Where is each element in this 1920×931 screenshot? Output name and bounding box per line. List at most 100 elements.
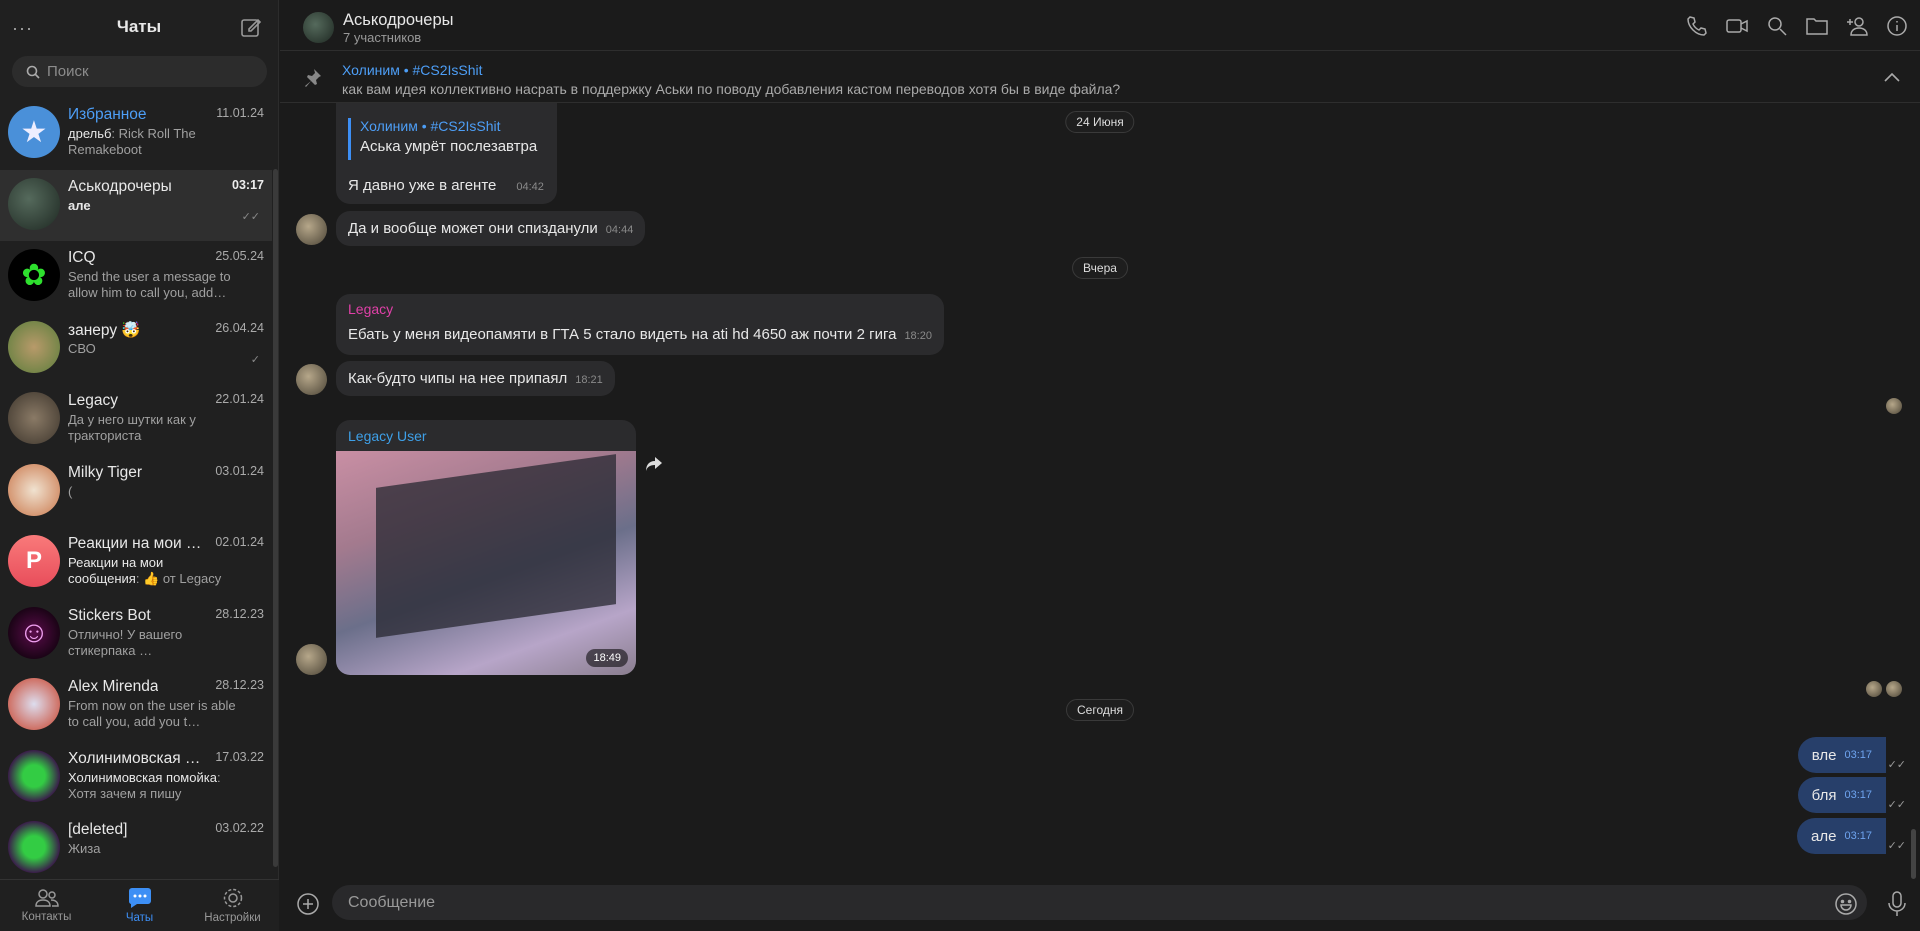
chat-name: Холинимовская п… <box>68 749 208 767</box>
sidebar-scrollbar[interactable] <box>273 169 278 867</box>
avatar[interactable] <box>296 644 327 675</box>
avatar <box>8 177 60 230</box>
message-time: 03:17 <box>1844 830 1872 842</box>
icq-avatar: ✿ <box>8 249 60 301</box>
message-time: 18:20 <box>904 330 932 342</box>
message-bubble[interactable]: Да и вообще может они спизданули 04:44 <box>336 211 646 246</box>
own-message[interactable]: бля 03:17 <box>1797 777 1886 813</box>
message-bubble[interactable]: Холиним • #CS2IsShit Аська умрёт послеза… <box>336 103 557 204</box>
message-time: 18:49 <box>586 649 628 667</box>
search-icon[interactable] <box>1766 15 1788 37</box>
chat-preview: СВО <box>68 340 96 356</box>
message-text: Да и вообще может они спизданули <box>348 220 598 237</box>
message-text: Ебать у меня видеопамяти в ГТА 5 стало в… <box>348 326 897 343</box>
avatar <box>8 678 60 730</box>
chat-date: 02.01.24 <box>215 535 264 549</box>
chat-item[interactable]: занеру 🤯 26.04.24 СВО ✓ <box>0 313 272 385</box>
attach-plus-icon[interactable] <box>296 892 320 921</box>
tab-chats[interactable]: Чаты <box>93 880 186 931</box>
info-icon[interactable] <box>1886 15 1908 37</box>
sent-check-icon: ✓ <box>250 353 260 366</box>
pinned-message[interactable]: Холиним • #CS2IsShit как вам идея коллек… <box>280 52 1920 103</box>
chevron-up-icon[interactable] <box>1882 68 1902 93</box>
chat-preview: але <box>68 197 91 213</box>
chat-list: ★ Избранное 11.01.24 дрельб: Rick Roll The … <box>0 98 272 885</box>
date-separator: Вчера <box>1072 257 1128 279</box>
folder-icon[interactable] <box>1806 15 1828 37</box>
chat-date: 28.12.23 <box>215 606 264 621</box>
message-bubble[interactable]: Legacy Ебать у меня видеопамяти в ГТА 5 … <box>336 294 944 355</box>
share-icon[interactable] <box>645 456 663 477</box>
image-message[interactable]: Legacy User 18:49 <box>336 420 636 675</box>
chat-date: 25.05.24 <box>215 249 264 263</box>
chat-item[interactable]: ✿ ICQ 25.05.24 Send the user a message to a… <box>0 241 272 313</box>
chat-subtitle: 7 участников <box>343 30 422 45</box>
message-time: 03:17 <box>1844 749 1872 761</box>
chat-item[interactable]: Alex Mirenda 28.12.23 From now on the user… <box>0 670 272 742</box>
message-text: Я давно уже в агенте <box>348 177 497 194</box>
chat-name: Реакции на мои с… <box>68 535 208 552</box>
own-message[interactable]: але 03:17 <box>1797 818 1886 854</box>
phone-icon[interactable] <box>1686 15 1708 37</box>
messages-scrollbar[interactable] <box>1911 829 1916 879</box>
tab-settings[interactable]: Настройки <box>186 880 279 931</box>
chat-item[interactable]: Аськодрочеры 03:17 але ✓✓ <box>0 169 272 241</box>
own-message[interactable]: вле 03:17 <box>1797 737 1886 773</box>
chat-name: Legacy <box>68 392 118 409</box>
compose-icon[interactable] <box>240 16 262 38</box>
chat-preview: Жиза <box>68 841 101 856</box>
message-text: вле <box>1811 746 1837 764</box>
message-input[interactable]: Сообщение <box>332 885 1867 920</box>
message-author: Legacy User <box>348 428 427 444</box>
gta-screenshot-image[interactable] <box>336 451 636 675</box>
quote-author: Холиним • #CS2IsShit <box>360 118 501 134</box>
chat-name: Alex Mirenda <box>68 678 159 695</box>
chat-date: 03.01.24 <box>215 463 264 478</box>
read-receipt-avatar <box>1886 681 1902 697</box>
read-check-icon: ✓✓ <box>241 210 260 223</box>
video-call-icon[interactable] <box>1726 15 1748 37</box>
message-time: 03:17 <box>1844 789 1872 801</box>
chat-item[interactable]: [deleted] 03.02.22 Жиза <box>0 813 272 885</box>
chat-item[interactable]: P Реакции на мои с… 02.01.24 Реакции на мои… <box>0 527 272 599</box>
sidebar-title: Чаты <box>116 17 162 36</box>
read-check-icon: ✓✓ <box>1887 799 1906 811</box>
emoji-icon[interactable] <box>1834 892 1858 921</box>
add-user-icon[interactable] <box>1846 15 1868 37</box>
read-check-icon: ✓✓ <box>1887 759 1906 771</box>
chat-name: Milky Tiger <box>68 463 143 481</box>
tab-contacts[interactable]: Контакты <box>0 880 93 931</box>
contacts-icon <box>34 889 59 907</box>
message-text: Как-будто чипы на нее припаял <box>348 370 568 387</box>
chat-item[interactable]: Холинимовская п… 17.03.22 Холинимовская по… <box>0 742 272 814</box>
chat-preview: Да у него шутки как у тракториста <box>68 412 196 443</box>
chat-item[interactable]: Legacy 22.01.24 Да у него шутки как у трак… <box>0 384 272 456</box>
chat-title[interactable]: Аськодрочеры <box>343 11 454 30</box>
chat-preview: Send the user a message to allow him to … <box>68 269 231 300</box>
chat-item[interactable]: Milky Tiger 03.01.24 ( <box>0 456 272 528</box>
chat-item[interactable]: ☺ Stickers Bot 28.12.23 Отлично! У вашего с… <box>0 599 272 671</box>
avatar: P <box>8 535 60 587</box>
message-time: 18:21 <box>575 374 603 386</box>
chat-preview: Отлично! У вашего стикерпака … <box>68 626 183 658</box>
search-input[interactable]: Поиск <box>12 56 267 87</box>
message-bubble[interactable]: Как-будто чипы на нее припаял 18:21 <box>336 361 615 396</box>
avatar <box>8 463 60 516</box>
chat-name: [deleted] <box>68 821 128 838</box>
chat-preview: ( <box>68 483 73 499</box>
sidebar: ··· Чаты Поиск ★ Избранное 11.01.24 дрельб:… <box>0 0 279 931</box>
read-check-icon: ✓✓ <box>1887 840 1906 852</box>
chat-header: Аськодрочеры 7 участников <box>280 0 1920 51</box>
avatar[interactable] <box>296 214 327 245</box>
chat-date: 17.03.22 <box>215 749 264 764</box>
avatar[interactable] <box>296 364 327 395</box>
chat-date: 11.01.24 <box>216 106 264 120</box>
chat-avatar[interactable] <box>303 12 334 43</box>
chat-date: 03.02.22 <box>215 821 264 835</box>
microphone-icon[interactable] <box>1887 891 1907 922</box>
avatar <box>8 320 60 373</box>
chat-name: Аськодрочеры <box>68 177 172 195</box>
chat-item[interactable]: ★ Избранное 11.01.24 дрельб: Rick Roll The … <box>0 98 272 170</box>
read-receipt-avatar <box>1886 398 1902 414</box>
message-time: 04:42 <box>516 181 544 193</box>
